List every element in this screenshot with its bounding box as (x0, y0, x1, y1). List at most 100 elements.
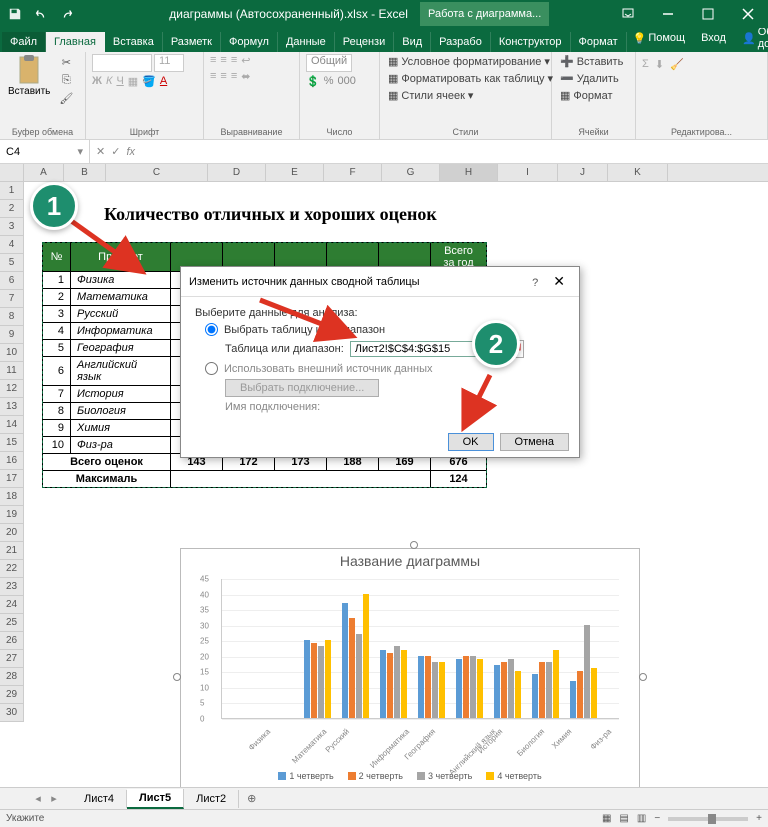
cond-format-button[interactable]: ▦Условное форматирование▾ (386, 54, 555, 69)
close-dialog-icon[interactable]: ✕ (547, 273, 571, 289)
minimize-icon[interactable] (648, 0, 688, 28)
chart-title[interactable]: Название диаграммы (181, 549, 639, 573)
external-source-label[interactable]: Использовать внешний источник данных (224, 363, 432, 375)
tab-file[interactable]: Файл (2, 32, 46, 52)
align-left-icon[interactable]: ≡ (210, 70, 216, 83)
cond-format-icon: ▦ (388, 55, 398, 68)
merge-icon[interactable]: ⬌ (241, 70, 250, 83)
wrap-icon[interactable]: ↩ (241, 54, 250, 67)
tab-format[interactable]: Формат (571, 32, 627, 52)
dialog-title: Изменить источник данных сводной таблицы (189, 276, 420, 288)
save-icon[interactable] (4, 3, 26, 25)
tab-formulas[interactable]: Формул (221, 32, 278, 52)
undo-icon[interactable] (30, 3, 52, 25)
redo-icon[interactable] (56, 3, 78, 25)
view-normal-icon[interactable]: ▦ (602, 813, 611, 824)
format-painter-icon[interactable]: 🖌 (56, 90, 76, 106)
italic-icon[interactable]: К (106, 75, 112, 88)
sheet-tab-bar: ◂ ▸ Лист4Лист5Лист2 ⊕ (0, 787, 768, 809)
currency-icon[interactable]: 💲 (306, 75, 320, 88)
bold-icon[interactable]: Ж (92, 75, 102, 88)
sheet-tab-Лист4[interactable]: Лист4 (72, 790, 127, 808)
connection-name-label: Имя подключения: (225, 401, 320, 413)
font-color-icon[interactable]: A (160, 75, 167, 88)
lightbulb-icon: 💡 (633, 32, 647, 45)
align-bot-icon[interactable]: ≡ (231, 54, 237, 67)
paste-button[interactable]: Вставить (6, 54, 52, 99)
next-sheet-icon[interactable]: ▸ (46, 792, 62, 805)
cancel-button[interactable]: Отмена (500, 433, 569, 451)
sign-in[interactable]: Вход (695, 30, 732, 46)
ok-button[interactable]: OK (448, 433, 494, 451)
status-bar: Укажите ▦ ▤ ▥ − + (0, 809, 768, 827)
name-box[interactable]: C4▾ (0, 140, 90, 163)
tab-design[interactable]: Конструктор (491, 32, 571, 52)
range-label: Таблица или диапазон: (225, 343, 344, 355)
view-pagebreak-icon[interactable]: ▥ (637, 813, 646, 824)
status-mode: Укажите (6, 813, 44, 824)
select-range-radio[interactable] (205, 323, 218, 336)
cancel-fx-icon[interactable]: ✕ (96, 145, 105, 158)
format-icon: ▦ (560, 89, 570, 102)
select-range-label[interactable]: Выбрать таблицу или диапазон (224, 324, 385, 336)
zoom-slider[interactable] (668, 817, 748, 821)
chart-tools-tab[interactable]: Работа с диаграмма... (420, 2, 549, 26)
help-icon[interactable]: ? (526, 277, 544, 289)
callout-badge-1: 1 (30, 182, 78, 230)
fill-icon[interactable]: ⬇ (655, 58, 664, 71)
fill-color-icon[interactable]: 🪣 (142, 75, 156, 88)
cell-styles-button[interactable]: ▦Стили ячеек▾ (386, 88, 555, 103)
percent-icon[interactable]: % (324, 75, 334, 88)
align-mid-icon[interactable]: ≡ (220, 54, 226, 67)
chart-plot-area[interactable]: 051015202530354045 (221, 579, 619, 719)
clear-icon[interactable]: 🧹 (670, 58, 684, 71)
underline-icon[interactable]: Ч (116, 75, 123, 88)
change-data-source-dialog: Изменить источник данных сводной таблицы… (180, 266, 580, 458)
sheet-tab-Лист5[interactable]: Лист5 (127, 789, 184, 809)
copy-icon[interactable]: ⎘ (56, 72, 76, 88)
add-sheet-icon[interactable]: ⊕ (239, 792, 264, 805)
align-right-icon[interactable]: ≡ (231, 70, 237, 83)
chart-legend[interactable]: 1 четверть2 четверть3 четверть4 четверть (181, 769, 639, 783)
tab-data[interactable]: Данные (278, 32, 335, 52)
font-name-combo[interactable] (92, 54, 152, 72)
choose-connection-button: Выбрать подключение... (225, 379, 379, 397)
format-cells-button[interactable]: ▦Формат (558, 88, 625, 103)
fx-icon[interactable]: fx (126, 146, 135, 158)
chevron-down-icon: ▾ (77, 145, 83, 158)
format-table-button[interactable]: ▦Форматировать как таблицу▾ (386, 71, 555, 86)
external-source-radio[interactable] (205, 362, 218, 375)
maximize-icon[interactable] (688, 0, 728, 28)
delete-cells-button[interactable]: ➖Удалить (558, 71, 625, 86)
cut-icon[interactable]: ✂ (56, 54, 76, 70)
tab-view[interactable]: Вид (394, 32, 431, 52)
autosum-icon[interactable]: Σ (642, 58, 649, 70)
align-center-icon[interactable]: ≡ (220, 70, 226, 83)
tab-review[interactable]: Рецензи (335, 32, 395, 52)
sheet-tab-Лист2[interactable]: Лист2 (184, 790, 239, 808)
tab-developer[interactable]: Разрабо (431, 32, 491, 52)
font-size-combo[interactable]: 11 (154, 54, 184, 72)
tab-home[interactable]: Главная (46, 32, 105, 52)
chart-object[interactable]: Название диаграммы 051015202530354045 Фи… (180, 548, 640, 798)
prev-sheet-icon[interactable]: ◂ (30, 792, 46, 805)
zoom-out-icon[interactable]: − (654, 813, 660, 824)
tell-me[interactable]: 💡Помощ (627, 30, 691, 47)
view-pagelayout-icon[interactable]: ▤ (619, 813, 628, 824)
ribbon-tabs: Файл Главная Вставка Разметк Формул Данн… (0, 28, 768, 52)
tab-insert[interactable]: Вставка (105, 32, 163, 52)
enter-fx-icon[interactable]: ✓ (111, 145, 120, 158)
number-format-combo[interactable]: Общий (306, 54, 352, 72)
zoom-in-icon[interactable]: + (756, 813, 762, 824)
border-icon[interactable]: ▦ (128, 75, 138, 88)
insert-icon: ➕ (560, 55, 574, 68)
insert-cells-button[interactable]: ➕Вставить (558, 54, 625, 69)
styles-icon: ▦ (388, 89, 398, 102)
ribbon-options-icon[interactable] (608, 0, 648, 28)
align-top-icon[interactable]: ≡ (210, 54, 216, 67)
formula-input[interactable] (141, 140, 768, 163)
comma-icon[interactable]: 000 (337, 75, 355, 88)
tab-layout[interactable]: Разметк (163, 32, 221, 52)
share-button[interactable]: 👤Общий доступ (736, 24, 768, 52)
close-icon[interactable] (728, 0, 768, 28)
